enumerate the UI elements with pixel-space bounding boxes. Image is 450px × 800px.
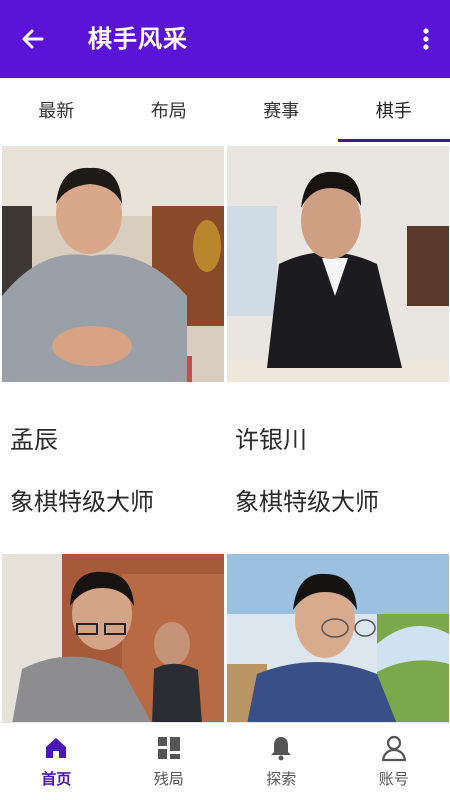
tab-events[interactable]: 赛事 bbox=[225, 78, 338, 142]
app-bar: 棋手风采 bbox=[0, 0, 450, 78]
more-vert-icon[interactable] bbox=[416, 22, 436, 56]
player-card[interactable] bbox=[227, 554, 449, 722]
nav-endgame[interactable]: 残局 bbox=[113, 723, 226, 800]
tab-latest[interactable]: 最新 bbox=[0, 78, 113, 142]
nav-label: 残局 bbox=[153, 770, 184, 788]
tab-label: 布局 bbox=[150, 101, 187, 122]
nav-label: 账号 bbox=[378, 770, 409, 788]
player-name: 孟辰 bbox=[10, 426, 58, 454]
player-photo bbox=[227, 554, 449, 722]
nav-explore[interactable]: 探索 bbox=[225, 723, 338, 800]
nav-home[interactable]: 首页 bbox=[0, 723, 113, 800]
tab-label: 棋手 bbox=[375, 101, 412, 122]
arrow-back-icon[interactable] bbox=[16, 22, 50, 56]
person-icon bbox=[381, 735, 406, 762]
player-card[interactable]: 许银川 象棋特级大师 bbox=[227, 142, 449, 542]
bottom-nav: 首页 残局 探索 账号 bbox=[0, 722, 450, 800]
app-root: 棋手风采 最新 布局 赛事 棋手 孟辰 象棋特级大师 许银川 象棋特级大师 首页… bbox=[0, 0, 450, 800]
tab-label: 最新 bbox=[38, 101, 75, 122]
home-icon bbox=[46, 738, 67, 758]
nav-label: 首页 bbox=[41, 770, 72, 788]
player-photo bbox=[2, 146, 224, 386]
nav-label: 探索 bbox=[266, 770, 297, 788]
player-photo bbox=[2, 554, 224, 722]
player-photo bbox=[227, 146, 449, 386]
tab-bar: 最新 布局 赛事 棋手 bbox=[0, 78, 450, 142]
player-rank: 象棋特级大师 bbox=[235, 488, 379, 516]
player-card[interactable] bbox=[2, 554, 224, 722]
player-name: 许银川 bbox=[235, 426, 307, 454]
bell-icon bbox=[271, 737, 292, 761]
grid-icon bbox=[157, 737, 180, 759]
player-rank: 象棋特级大师 bbox=[10, 488, 154, 516]
nav-account[interactable]: 账号 bbox=[338, 723, 450, 800]
player-grid: 孟辰 象棋特级大师 许银川 象棋特级大师 bbox=[0, 142, 450, 722]
tab-players[interactable]: 棋手 bbox=[337, 78, 450, 142]
player-card[interactable]: 孟辰 象棋特级大师 bbox=[2, 142, 224, 542]
tab-layout[interactable]: 布局 bbox=[113, 78, 226, 142]
tab-label: 赛事 bbox=[263, 101, 300, 122]
page-title: 棋手风采 bbox=[88, 25, 188, 53]
